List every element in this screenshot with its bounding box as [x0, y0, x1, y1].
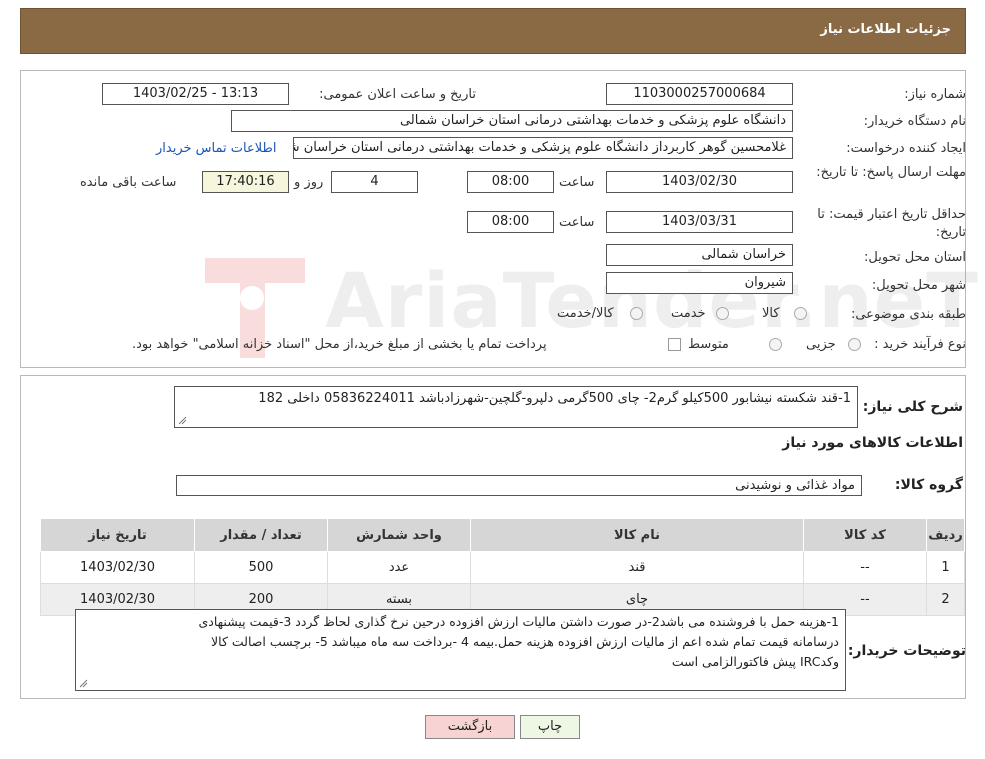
resize-handle-icon[interactable] [78, 678, 88, 688]
requester-field[interactable]: غلامحسین گوهر کاربرداز دانشگاه علوم پزشک… [293, 137, 793, 159]
reply-date-field[interactable]: 1403/02/30 [606, 171, 793, 193]
goods-section-title: اطلاعات کالاهای مورد نیاز [782, 435, 963, 451]
cell-code: -- [803, 551, 927, 584]
need-number-field[interactable]: 1103000257000684 [606, 83, 793, 105]
cell-date: 1403/02/30 [40, 551, 195, 584]
back-button[interactable]: بازگشت [425, 715, 515, 739]
buyer-org-field[interactable]: دانشگاه علوم پزشکی و خدمات بهداشتی درمان… [231, 110, 793, 132]
buyer-notes-line-2: درسامانه قیمت تمام شده اعم از مالیات ارز… [211, 634, 839, 649]
category-service-radio[interactable] [716, 307, 729, 320]
general-description-label: شرح کلی نیاز: [862, 399, 963, 415]
category-goods-service-radio[interactable] [630, 307, 643, 320]
days-left-field[interactable]: 4 [331, 171, 418, 193]
treasury-note: پرداخت تمام یا بخشی از مبلغ خرید،از محل … [132, 337, 547, 352]
col-header-name: نام کالا [470, 518, 804, 552]
process-medium-label: متوسط [688, 337, 729, 352]
buyer-org-label: نام دستگاه خریدار: [863, 114, 966, 129]
col-header-qty: تعداد / مقدار [194, 518, 328, 552]
validity-date-field[interactable]: 1403/03/31 [606, 211, 793, 233]
remaining-label: ساعت باقی مانده [80, 175, 177, 190]
print-button[interactable]: چاپ [520, 715, 580, 739]
validity-time-field[interactable]: 08:00 [467, 211, 554, 233]
table-row: 1 -- قند عدد 500 1403/02/30 [40, 551, 965, 584]
treasury-checkbox[interactable] [668, 338, 681, 351]
need-number-label: شماره نیاز: [904, 87, 966, 102]
category-label: طبقه بندی موضوعی: [850, 307, 966, 322]
process-medium-radio[interactable] [769, 338, 782, 351]
province-label: استان محل تحویل: [864, 250, 966, 265]
page-header: جزئیات اطلاعات نیاز [20, 8, 966, 54]
process-partial-radio[interactable] [848, 338, 861, 351]
reply-deadline-label: مهلت ارسال پاسخ: تا تاریخ: [816, 165, 966, 180]
cell-unit: عدد [327, 551, 471, 584]
buyer-contact-link[interactable]: اطلاعات تماس خریدار [156, 141, 276, 156]
process-partial-label: جزیی [806, 337, 836, 352]
cell-row-num: 2 [926, 583, 965, 616]
watermark-text: AriaTender.neT [325, 256, 979, 345]
col-header-unit: واحد شمارش [327, 518, 471, 552]
goods-group-label: گروه کالا: [894, 477, 963, 493]
col-header-date: تاریخ نیاز [40, 518, 195, 552]
buyer-notes-label: توضیحات خریدار: [847, 643, 966, 659]
items-table-wrap: ردیف کد کالا نام کالا واحد شمارش تعداد /… [40, 518, 965, 616]
col-header-row-num: ردیف [926, 518, 965, 552]
validity-time-label: ساعت [559, 215, 595, 230]
page-title: جزئیات اطلاعات نیاز [820, 22, 951, 37]
process-type-label: نوع فرآیند خرید : [874, 337, 966, 352]
general-description-text: 1-قند شکسته نیشابور 500کیلو گرم2- چای 50… [258, 391, 851, 406]
buyer-notes-line-1: 1-هزینه حمل با فروشنده می باشد2-در صورت … [198, 614, 839, 629]
resize-handle-icon[interactable] [177, 415, 187, 425]
reply-time-field[interactable]: 08:00 [467, 171, 554, 193]
category-goods-label: کالا [762, 306, 780, 321]
requester-label: ایجاد کننده درخواست: [846, 141, 966, 156]
price-validity-label: حداقل تاریخ اعتبار قیمت: تا تاریخ: [817, 207, 966, 240]
cell-name: قند [470, 551, 804, 584]
city-label: شهر محل تحویل: [871, 278, 966, 293]
items-table: ردیف کد کالا نام کالا واحد شمارش تعداد /… [40, 518, 965, 616]
reply-time-label: ساعت [559, 175, 595, 190]
general-description-field[interactable]: 1-قند شکسته نیشابور 500کیلو گرم2- چای 50… [174, 386, 858, 428]
buyer-notes-field[interactable]: 1-هزینه حمل با فروشنده می باشد2-در صورت … [75, 609, 846, 691]
goods-group-field[interactable]: مواد غذائی و نوشیدنی [176, 475, 862, 496]
time-left-field[interactable]: 17:40:16 [202, 171, 289, 193]
buyer-notes-line-3: وکدIRC پیش فاکتورالزامی است [671, 654, 839, 669]
category-service-label: خدمت [671, 306, 706, 321]
announce-datetime-label: تاریخ و ساعت اعلان عمومی: [319, 87, 476, 102]
announce-datetime-field[interactable]: 1403/02/25 - 13:13 [102, 83, 289, 105]
col-header-code: کد کالا [803, 518, 927, 552]
cell-qty: 500 [194, 551, 328, 584]
city-field[interactable]: شیروان [606, 272, 793, 294]
table-header-row: ردیف کد کالا نام کالا واحد شمارش تعداد /… [40, 518, 965, 552]
province-field[interactable]: خراسان شمالی [606, 244, 793, 266]
days-label: روز و [294, 175, 324, 190]
category-goods-service-label: کالا/خدمت [557, 306, 614, 321]
category-goods-radio[interactable] [794, 307, 807, 320]
cell-row-num: 1 [926, 551, 965, 584]
